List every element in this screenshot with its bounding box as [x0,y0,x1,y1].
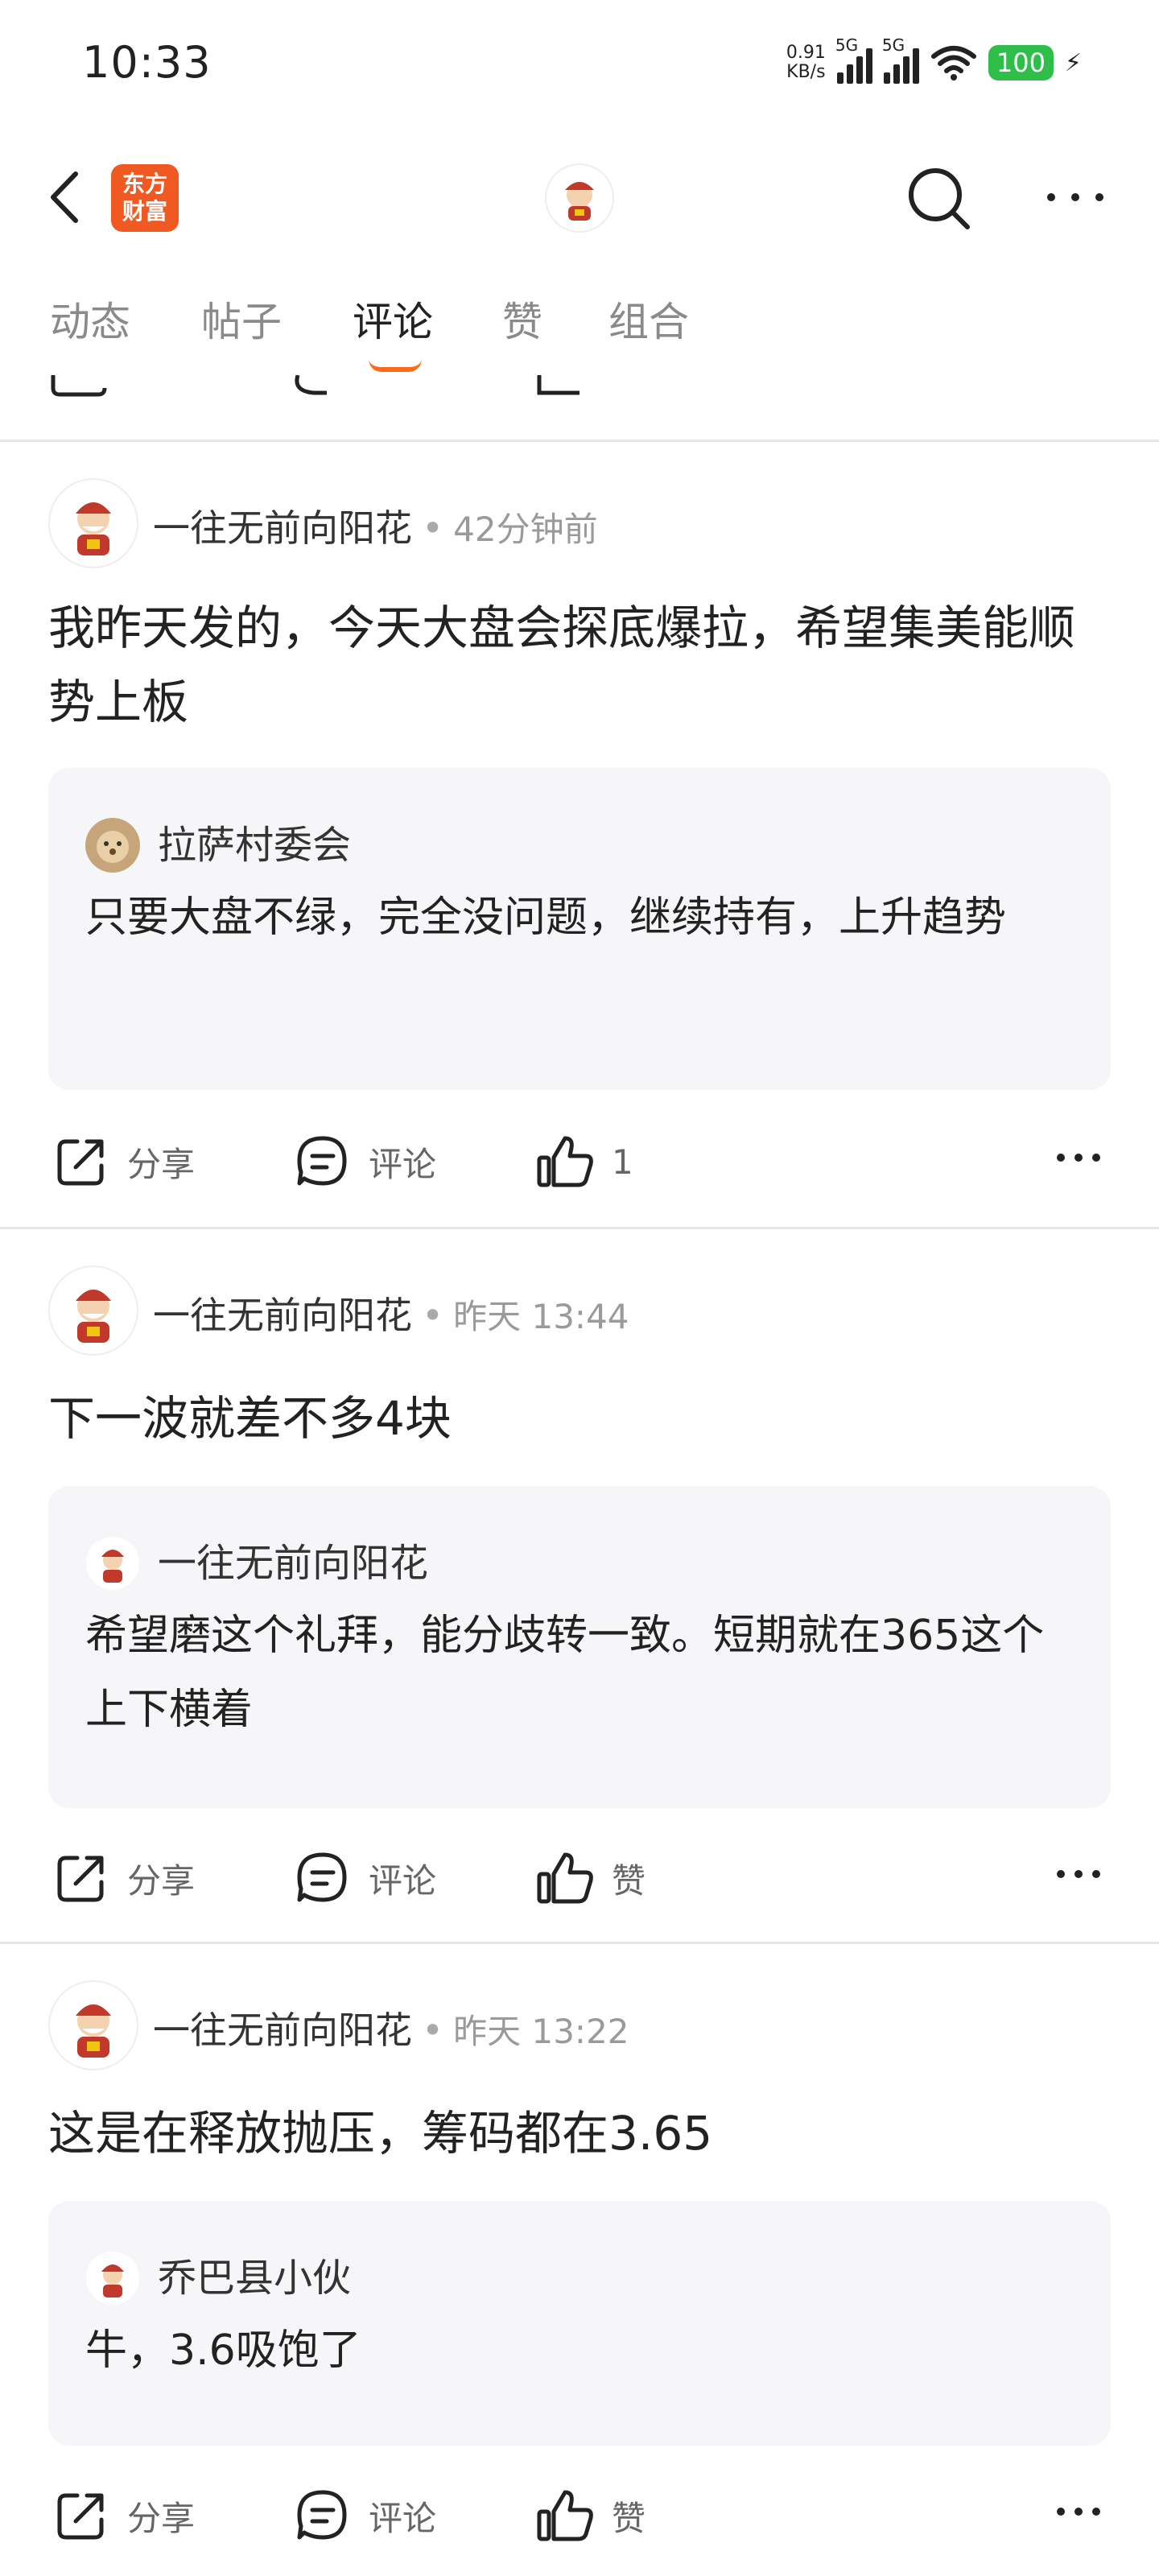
thumbs-up-icon [537,1852,593,1904]
comment-card[interactable]: 一往无前向阳花 • 昨天 13:22 这是在释放抛压，筹码都在3.65 乔巴县小伙 … [0,1943,1159,2576]
avatar-image [76,502,111,555]
quote-text: 希望磨这个礼拜，能分歧转一致。短期就在365这个上下横着 [85,1612,1045,1734]
thumbs-up-icon [537,2490,593,2541]
comment-text: 我昨天发的，今天大盘会探底爆拉，希望集美能顺势上板 [48,601,1076,729]
quote-author[interactable]: 乔巴县小伙 [158,2246,351,2302]
more-options-icon[interactable] [1054,2504,1103,2520]
tab-pinglun[interactable]: 评论 [353,290,433,348]
tab-zuhe[interactable]: 组合 [608,290,689,348]
avatar-image [76,1290,111,1343]
quote-avatar [85,818,140,873]
comment-text: 下一波就差不多4块 [48,1391,452,1446]
comment-button[interactable]: 评论 [295,2479,436,2552]
status-icons: 0.91 KB/s 5G 5G 100 ⚡ [786,35,1082,87]
comment-actions: 分享 评论 赞 [0,1842,1159,1914]
avatar-image [76,2004,111,2058]
more-options-icon[interactable] [1054,1866,1103,1882]
quote-avatar [85,2251,140,2306]
comment-icon [297,1852,347,1902]
comment-card[interactable]: 一往无前向阳花 • 昨天 13:44 下一波就差不多4块 一往无前向阳花 希望磨这个… [0,1228,1159,1942]
comment-meta: 一往无前向阳花 • 昨天 13:22 [153,2008,629,2052]
comment-text: 这是在释放抛压，筹码都在3.65 [48,2106,713,2161]
comment-actions: 分享 评论 1 [0,1125,1159,1198]
quote-avatar [85,1536,140,1591]
tab-tiezi[interactable]: 帖子 [201,290,282,348]
like-button[interactable]: 1 [536,1125,633,1198]
quote-text: 只要大盘不绿，完全没问题，继续持有，上升趋势 [85,894,1007,942]
share-icon [57,1856,104,1902]
profile-tabs: 动态 帖子 评论 赞 组合 [0,290,1159,372]
signal-1-icon: 5G [835,35,872,84]
active-tab-indicator [369,359,422,372]
like-button[interactable]: 赞 [536,1842,645,1914]
author-avatar[interactable] [48,478,138,568]
back-icon[interactable] [45,169,85,225]
share-icon [57,1139,104,1186]
more-icon[interactable] [1043,177,1107,217]
comment-time: 42分钟前 [453,510,598,549]
quoted-post[interactable]: 一往无前向阳花 希望磨这个礼拜，能分歧转一致。短期就在365这个上下横着 [48,1486,1111,1808]
quote-author[interactable]: 拉萨村委会 [158,813,351,869]
comment-icon [297,2490,347,2540]
battery-indicator: 100 [988,45,1054,80]
share-button[interactable]: 分享 [53,1125,195,1198]
network-speed: 0.91 KB/s [786,43,826,82]
share-icon [57,2493,104,2540]
thumbs-up-icon [537,1136,593,1187]
more-options-icon[interactable] [1054,1150,1103,1166]
quoted-post[interactable]: 乔巴县小伙 牛，3.6吸饱了 [48,2201,1111,2446]
comment-meta: 一往无前向阳花 • 昨天 13:44 [153,1294,629,1337]
search-icon[interactable] [905,164,972,232]
previous-post-actions [51,375,580,397]
comment-button[interactable]: 评论 [295,1125,436,1198]
wifi-icon [930,46,976,80]
tab-dongtai[interactable]: 动态 [50,290,130,348]
author-name[interactable]: 一往无前向阳花 [153,1294,412,1337]
like-button[interactable]: 赞 [536,2479,645,2552]
profile-avatar[interactable] [544,163,615,233]
quoted-post[interactable]: 拉萨村委会 只要大盘不绿，完全没问题，继续持有，上升趋势 [48,768,1111,1090]
comment-meta: 一往无前向阳花 • 42分钟前 [153,506,598,550]
quote-author[interactable]: 一往无前向阳花 [158,1531,428,1587]
comment-card[interactable]: 一往无前向阳花 • 42分钟前 我昨天发的，今天大盘会探底爆拉，希望集美能顺势上板 … [0,441,1159,1227]
author-avatar[interactable] [48,1980,138,2070]
comment-button[interactable]: 评论 [295,1842,436,1914]
author-name[interactable]: 一往无前向阳花 [153,506,412,550]
share-button[interactable]: 分享 [53,2479,195,2552]
signal-2-icon: 5G [882,35,919,84]
comment-actions: 分享 评论 赞 [0,2479,1159,2552]
comment-time: 昨天 13:44 [453,1297,629,1336]
author-name[interactable]: 一往无前向阳花 [153,2008,412,2052]
status-bar: 10:33 0.91 KB/s 5G 5G 100 ⚡ [0,0,1159,137]
quote-text: 牛，3.6吸饱了 [85,2326,361,2375]
tab-zan[interactable]: 赞 [502,290,542,348]
top-nav: 东方 财富 [0,153,1159,242]
comment-time: 昨天 13:22 [453,2012,629,2051]
author-avatar[interactable] [48,1265,138,1356]
share-button[interactable]: 分享 [53,1842,195,1914]
status-time: 10:33 [82,37,212,88]
app-logo[interactable]: 东方 财富 [111,164,179,232]
charging-icon: ⚡ [1064,48,1082,77]
comment-icon [297,1136,347,1186]
